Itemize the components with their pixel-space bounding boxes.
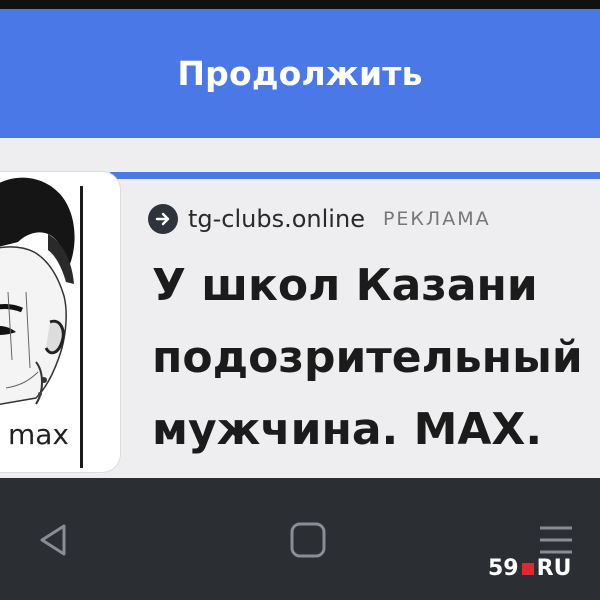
- system-nav-bar: [0, 478, 600, 600]
- back-icon[interactable]: [34, 518, 78, 562]
- ad-headline[interactable]: У школ Казани подозрительный мужчина. MA…: [152, 250, 600, 478]
- thumbnail-caption: max: [8, 418, 70, 451]
- ad-card[interactable]: max tg-clubs.online РЕКЛАМА У школ Казан…: [0, 138, 600, 478]
- watermark-number: 59: [488, 556, 519, 581]
- arrow-right-icon: [148, 204, 178, 234]
- home-icon[interactable]: [286, 518, 330, 562]
- watermark-domain: RU: [536, 556, 572, 581]
- continue-button[interactable]: Продолжить: [0, 9, 600, 138]
- ad-source-row[interactable]: tg-clubs.online РЕКЛАМА: [148, 201, 491, 237]
- watermark-red-square: [521, 562, 534, 575]
- headline-line: подозрительный: [152, 332, 583, 383]
- headline-line: мужчина. MAX.: [152, 404, 543, 455]
- thumbnail-divider: [80, 186, 83, 468]
- ad-accent-line: [110, 172, 600, 179]
- ad-label: РЕКЛАМА: [382, 208, 491, 230]
- headline-line: У школ Казани: [152, 260, 538, 311]
- ad-thumbnail[interactable]: max: [0, 172, 120, 472]
- ad-source-domain[interactable]: tg-clubs.online: [188, 205, 365, 233]
- site-watermark: 59 RU: [488, 556, 571, 581]
- top-strip: [0, 0, 600, 9]
